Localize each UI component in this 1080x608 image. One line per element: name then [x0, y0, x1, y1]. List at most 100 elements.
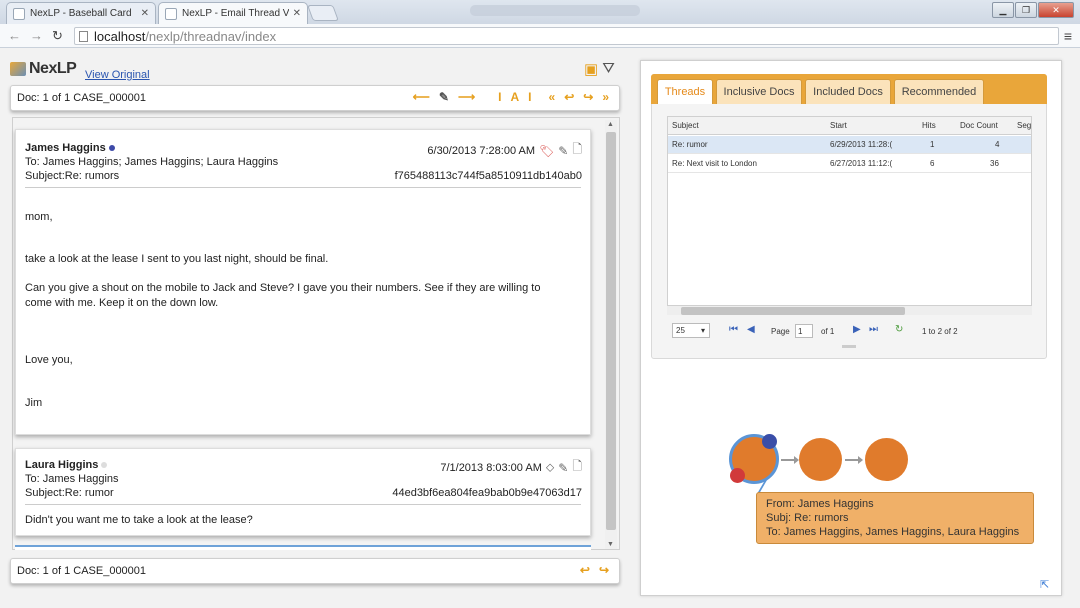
prev-page-icon[interactable]: ◀	[747, 324, 755, 335]
browser-tab-email-thread[interactable]: NexLP - Email Thread Vie ✕	[158, 2, 308, 24]
expand-corner-icon[interactable]: ⇱	[1040, 578, 1049, 591]
cell-doc-count: 36	[990, 159, 999, 168]
email-body-line: take a look at the lease I sent to you l…	[25, 253, 329, 265]
last-page-icon[interactable]: ⏭	[869, 324, 878, 335]
table-row[interactable]: Re: rumor 6/29/2013 11:28:( 1 4	[668, 136, 1031, 154]
export-icon[interactable]: ▣	[584, 60, 598, 78]
email-card[interactable]: James Haggins To: James Haggins; James H…	[15, 129, 591, 435]
url-path: /nexlp/threadnav/index	[145, 28, 277, 44]
tab-threads[interactable]: Threads	[657, 79, 713, 104]
tab-included-docs[interactable]: Included Docs	[805, 79, 891, 104]
column-header-start[interactable]: Start	[830, 121, 847, 130]
minimize-button[interactable]: ▁	[992, 2, 1014, 18]
close-window-button[interactable]: ✕	[1038, 2, 1074, 18]
tag-icon[interactable]: 🏷	[539, 144, 554, 158]
doc-tools: ↩ ↪	[580, 563, 609, 577]
unread-dot-icon	[108, 145, 115, 152]
thread-arrow	[781, 456, 799, 464]
doc-position-label: Doc: 1 of 1 CASE_000001	[17, 92, 147, 104]
url-input[interactable]: localhost/nexlp/threadnav/index	[74, 27, 1059, 45]
horizontal-scrollbar[interactable]	[667, 305, 1032, 315]
column-header-seg[interactable]: Seg	[1017, 121, 1031, 130]
last-icon[interactable]: »	[602, 90, 609, 104]
refresh-icon[interactable]: ↻	[895, 324, 903, 335]
email-hash: f765488113c744f5a8510911db140ab0	[394, 170, 582, 182]
vertical-scrollbar[interactable]: ▲ ▼	[605, 120, 617, 549]
text-cursor-icon[interactable]: I	[528, 90, 531, 104]
page-size-select[interactable]: 25 ▾	[672, 323, 710, 338]
scroll-thumb[interactable]	[606, 132, 616, 530]
grid-header: Subject Start Hits Doc Count Seg	[668, 117, 1031, 135]
forward-icon[interactable]: ↪	[583, 90, 593, 104]
email-body-line: Can you give a shout on the mobile to Ja…	[25, 282, 541, 294]
tooltip-from: From: James Haggins	[766, 498, 874, 510]
reply-icon[interactable]: ↩	[580, 563, 590, 577]
edit-icon[interactable]: ✎	[558, 461, 568, 475]
close-tab-icon[interactable]: ✕	[293, 8, 301, 19]
arrow-right-icon[interactable]: ⟶	[458, 90, 475, 104]
logo-text: NexLP	[29, 60, 77, 77]
tooltip-subject: Subj: Re: rumors	[766, 512, 849, 524]
cell-hits: 1	[930, 140, 935, 149]
thread-node[interactable]	[865, 438, 908, 481]
scroll-up-icon[interactable]: ▲	[607, 121, 614, 128]
column-header-subject[interactable]: Subject	[672, 121, 699, 130]
sender-name: Laura Higgins	[25, 459, 99, 471]
back-arrow-icon[interactable]: ←	[8, 28, 21, 43]
table-row[interactable]: Re: Next visit to London 6/27/2013 11:12…	[668, 155, 1031, 173]
new-tab-button[interactable]	[307, 5, 339, 21]
nexlp-logo-icon	[10, 62, 26, 76]
page-icon	[79, 30, 88, 42]
page-number-input[interactable]: 1	[795, 324, 813, 338]
thread-node[interactable]	[799, 438, 842, 481]
column-header-hits[interactable]: Hits	[922, 121, 936, 130]
tab-recommended[interactable]: Recommended	[894, 79, 984, 104]
browser-tab-baseball-card[interactable]: NexLP - Baseball Card ✕	[6, 2, 156, 24]
read-dot-icon	[101, 462, 108, 469]
grid-pager: 25 ▾ ⏮ ◀ Page 1 of 1 ▶ ⏭ ↻ 1 to 2 of 2	[667, 321, 1032, 343]
doc-tools: ⟵ ✎ ⟶ I A I « ↩ ↪ »	[413, 90, 609, 104]
scroll-thumb[interactable]	[681, 307, 905, 315]
threads-grid: Subject Start Hits Doc Count Seg Re: rum…	[667, 116, 1032, 313]
cell-hits: 6	[930, 159, 935, 168]
close-tab-icon[interactable]: ✕	[141, 8, 149, 19]
record-range-label: 1 to 2 of 2	[922, 327, 958, 336]
browser-tab-bar: NexLP - Baseball Card ✕ NexLP - Email Th…	[0, 0, 1080, 24]
divider	[25, 504, 581, 505]
resize-handle[interactable]	[842, 345, 856, 348]
tag-outline-icon[interactable]: ⬦	[546, 460, 554, 475]
top-toolbar: ▣ ⛛	[584, 60, 615, 78]
forward-icon[interactable]: ↪	[599, 563, 609, 577]
browser-menu-icon[interactable]: ≡	[1064, 28, 1072, 44]
font-icon[interactable]: A	[510, 90, 519, 104]
page-size-value: 25	[676, 326, 685, 335]
next-page-icon[interactable]: ▶	[853, 324, 861, 335]
filter-icon[interactable]: ⛛	[602, 60, 615, 78]
column-header-doc-count[interactable]: Doc Count	[960, 121, 998, 130]
tab-inclusive-docs[interactable]: Inclusive Docs	[716, 79, 802, 104]
document-settings-icon[interactable]: 🗋	[572, 140, 582, 161]
of-pages-label: of 1	[821, 327, 835, 336]
page-label: Page	[771, 327, 790, 336]
email-subject: Subject:Re: rumors	[25, 170, 120, 182]
reload-icon[interactable]: ↻	[52, 28, 63, 44]
view-original-link[interactable]: View Original	[85, 69, 150, 81]
email-subject: Subject:Re: rumor	[25, 487, 114, 499]
cursor-icon[interactable]: I	[498, 90, 501, 104]
first-icon[interactable]: «	[549, 90, 556, 104]
first-page-icon[interactable]: ⏮	[729, 324, 738, 335]
app-logo: NexLP	[10, 60, 77, 78]
email-body-line: Didn't you want me to take a look at the…	[25, 514, 253, 526]
email-card[interactable]: Laura Higgins To: James Haggins Subject:…	[15, 448, 591, 536]
edit-icon[interactable]: ✎	[558, 144, 568, 158]
arrow-left-icon[interactable]: ⟵	[413, 90, 430, 104]
maximize-button[interactable]: ❐	[1015, 2, 1037, 18]
document-settings-icon[interactable]: 🗋	[572, 457, 582, 478]
tooltip-to: To: James Haggins, James Haggins, Laura …	[766, 526, 1020, 538]
sender-marker-icon	[762, 434, 777, 449]
scroll-down-icon[interactable]: ▼	[607, 541, 614, 548]
reply-icon[interactable]: ↩	[564, 90, 574, 104]
pencil-icon[interactable]: ✎	[439, 90, 449, 104]
forward-arrow-icon[interactable]: →	[30, 28, 43, 43]
email-date-row: 6/30/2013 7:28:00 AM 🏷 ✎ 🗋	[427, 140, 582, 161]
